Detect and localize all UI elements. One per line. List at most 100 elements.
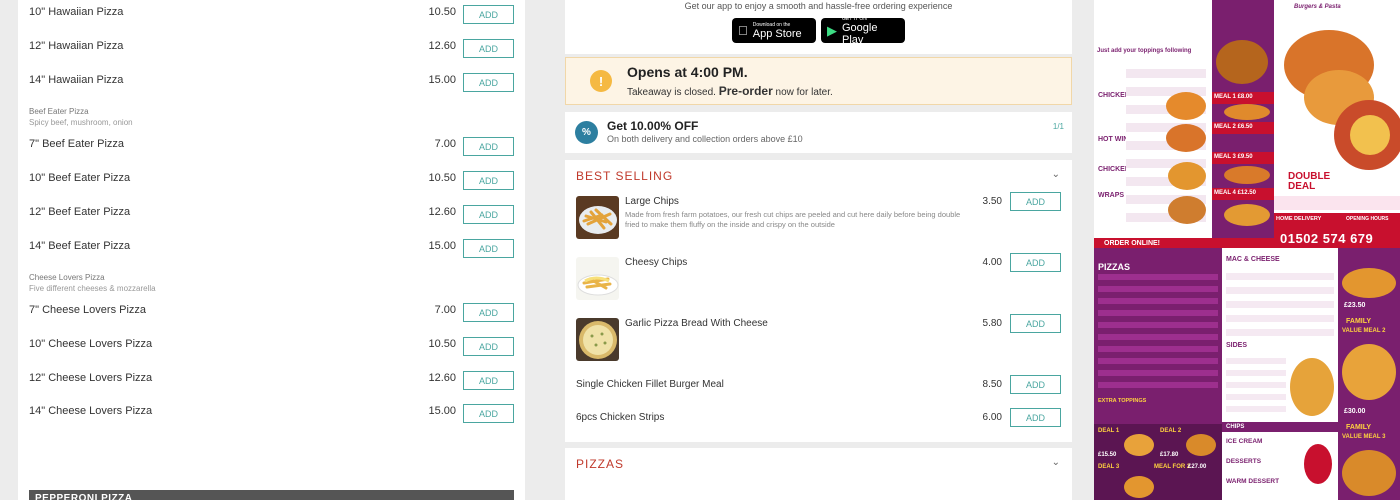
item-price: 15.00 — [428, 405, 456, 417]
flyer-family-meals: £23.50 FAMILY VALUE MEAL 2 £30.00 FAMILY… — [1338, 248, 1400, 500]
menu-item-row: 12" Beef Eater Pizza 12.60 ADD — [29, 200, 514, 234]
item-name: 14" Cheese Lovers Pizza — [29, 405, 153, 417]
add-button[interactable]: ADD — [1010, 408, 1061, 427]
group-header: Beef Eater Pizza Spicy beef, mushroom, o… — [29, 107, 514, 127]
flyer-warm-dessert: WARM DESSERT — [1226, 478, 1280, 485]
closed-prefix: Takeaway is closed. — [627, 87, 716, 98]
flyer-price-1550: £15.50 — [1098, 452, 1117, 458]
flyer-mac-cheese: MAC & CHEESE — [1226, 256, 1280, 263]
app-store-big-text: App Store — [743, 27, 802, 40]
flyer-value-meal-2: VALUE MEAL 2 — [1342, 328, 1386, 334]
menu-item-row: 14" Beef Eater Pizza 15.00 ADD — [29, 234, 514, 268]
list-item: 6pcs Chicken Strips 6.00 ADD — [565, 408, 1072, 436]
add-button[interactable]: ADD — [463, 303, 514, 322]
pizzas-section: PIZZAS ⌄ — [565, 448, 1072, 500]
flyer-extra-toppings: EXTRA TOPPINGS — [1098, 398, 1147, 404]
item-price: 3.50 — [982, 196, 1002, 207]
flyer-meal-1: MEAL 1 £8.00 — [1212, 92, 1274, 104]
add-button[interactable]: ADD — [463, 337, 514, 356]
item-price: 5.80 — [982, 318, 1002, 329]
item-description: Made from fresh farm potatoes, our fresh… — [625, 210, 961, 229]
restaurant-info-column: Get our app to enjoy a smooth and hassle… — [548, 0, 1092, 500]
add-button[interactable]: ADD — [463, 404, 514, 423]
add-button[interactable]: ADD — [463, 137, 514, 156]
item-price: 12.60 — [428, 372, 456, 384]
item-name: 10" Beef Eater Pizza — [29, 172, 131, 184]
flyer-wraps: WRAPS — [1098, 192, 1125, 199]
flyer-home-delivery: HOME DELIVERY — [1276, 216, 1322, 222]
chevron-down-icon[interactable]: ⌄ — [1052, 457, 1060, 468]
item-name: Large Chips — [625, 196, 679, 207]
menu-item-row: 7" Cheese Lovers Pizza 7.00 ADD — [29, 298, 514, 332]
group-title: Beef Eater Pizza — [29, 107, 89, 116]
item-price: 7.00 — [434, 138, 456, 150]
flyer-double-deal-title: DOUBLE DEAL — [1288, 171, 1331, 192]
group-description: Five different cheeses & mozzarella — [29, 284, 156, 293]
add-button[interactable]: ADD — [1010, 192, 1061, 211]
item-price: 4.00 — [982, 257, 1002, 268]
item-price: 10.50 — [428, 6, 456, 18]
add-button[interactable]: ADD — [1010, 314, 1061, 333]
apple-icon:  — [738, 23, 748, 38]
add-button[interactable]: ADD — [463, 205, 514, 224]
app-promo-text: Get our app to enjoy a smooth and hassle… — [684, 1, 953, 11]
flyer-chicken-menu: Just add your toppings following CHICKEN… — [1094, 0, 1274, 248]
google-play-big-text: Google Play — [842, 21, 878, 46]
flyer-family-1: FAMILY — [1346, 318, 1372, 325]
warning-icon: ! — [590, 70, 612, 92]
menu-list-panel: 10" Hawaiian Pizza 10.50 ADD 12" Hawaiia… — [18, 0, 525, 500]
add-button[interactable]: ADD — [1010, 253, 1061, 272]
flyer-burgers: Burgers & Pasta — [1294, 4, 1341, 10]
add-button[interactable]: ADD — [463, 239, 514, 258]
add-button[interactable]: ADD — [1010, 375, 1061, 394]
item-name: 10" Cheese Lovers Pizza — [29, 338, 153, 350]
list-item: Cheesy Chips 4.00 ADD — [565, 253, 1072, 305]
menu-item-row: 10" Beef Eater Pizza 10.50 ADD — [29, 166, 514, 200]
chevron-down-icon[interactable]: ⌄ — [1052, 169, 1060, 180]
opening-time: Opens at 4:00 PM. — [627, 64, 748, 80]
item-name: Garlic Pizza Bread With Cheese — [625, 318, 768, 329]
best-selling-title[interactable]: BEST SELLING — [576, 169, 673, 183]
best-selling-section: BEST SELLING ⌄ Large Chips Made from fre… — [565, 160, 1072, 442]
item-name: 7" Beef Eater Pizza — [29, 138, 125, 150]
google-play-button[interactable]: ▶ GET IT ON Google Play — [821, 16, 905, 46]
section-header-pepperoni[interactable]: PEPPERONI PIZZA — [29, 490, 514, 500]
list-item: Single Chicken Fillet Burger Meal 8.50 A… — [565, 375, 1072, 403]
item-name: 14" Hawaiian Pizza — [29, 74, 124, 86]
offer-title: Get 10.00% OFF — [607, 119, 699, 133]
menu-item-row: 14" Hawaiian Pizza 15.00 ADD — [29, 68, 514, 102]
app-store-button[interactable]:  Download on the App Store — [732, 18, 816, 43]
pizzas-title[interactable]: PIZZAS — [576, 457, 624, 471]
flyer-pizzas: PIZZAS — [1098, 262, 1131, 272]
item-price: 15.00 — [428, 240, 456, 252]
flyer-opening-hours: OPENING HOURS — [1346, 216, 1389, 222]
item-name: 7" Cheese Lovers Pizza — [29, 304, 147, 316]
app-promo-card: Get our app to enjoy a smooth and hassle… — [565, 0, 1072, 54]
preorder-link[interactable]: Pre-order — [719, 84, 773, 98]
list-item: Garlic Pizza Bread With Cheese 5.80 ADD — [565, 314, 1072, 366]
flyer-price-2700: £27.00 — [1188, 464, 1207, 470]
offer-card[interactable]: % Get 10.00% OFF On both delivery and co… — [565, 112, 1072, 153]
list-item: Large Chips Made from fresh farm potatoe… — [565, 192, 1072, 244]
flyer-toppings-text: Just add your toppings following — [1097, 48, 1192, 54]
add-button[interactable]: ADD — [463, 39, 514, 58]
flyer-price-1780: £17.80 — [1160, 452, 1179, 458]
add-button[interactable]: ADD — [463, 73, 514, 92]
flyer-pizza-menu: PIZZAS EXTRA TOPPINGS DEAL 1 £15.50 DEAL… — [1094, 248, 1222, 500]
item-name: Single Chicken Fillet Burger Meal — [576, 379, 724, 390]
item-name: 12" Hawaiian Pizza — [29, 40, 124, 52]
add-button[interactable]: ADD — [463, 5, 514, 24]
menu-item-row: 12" Hawaiian Pizza 12.60 ADD — [29, 34, 514, 68]
offer-subtitle: On both delivery and collection orders a… — [607, 134, 803, 144]
menu-item-row: 12" Cheese Lovers Pizza 12.60 ADD — [29, 366, 514, 400]
flyer-double-deal: Burgers & Pasta DOUBLE DEAL HOME DELIVER… — [1274, 0, 1400, 248]
group-title: Cheese Lovers Pizza — [29, 273, 105, 282]
discount-badge-icon: % — [575, 121, 598, 144]
large-chips-image — [576, 196, 619, 239]
add-button[interactable]: ADD — [463, 371, 514, 390]
menu-item-row: 10" Cheese Lovers Pizza 10.50 ADD — [29, 332, 514, 366]
item-price: 8.50 — [982, 379, 1002, 390]
cheesy-chips-image — [576, 257, 619, 300]
item-name: 14" Beef Eater Pizza — [29, 240, 131, 252]
add-button[interactable]: ADD — [463, 171, 514, 190]
